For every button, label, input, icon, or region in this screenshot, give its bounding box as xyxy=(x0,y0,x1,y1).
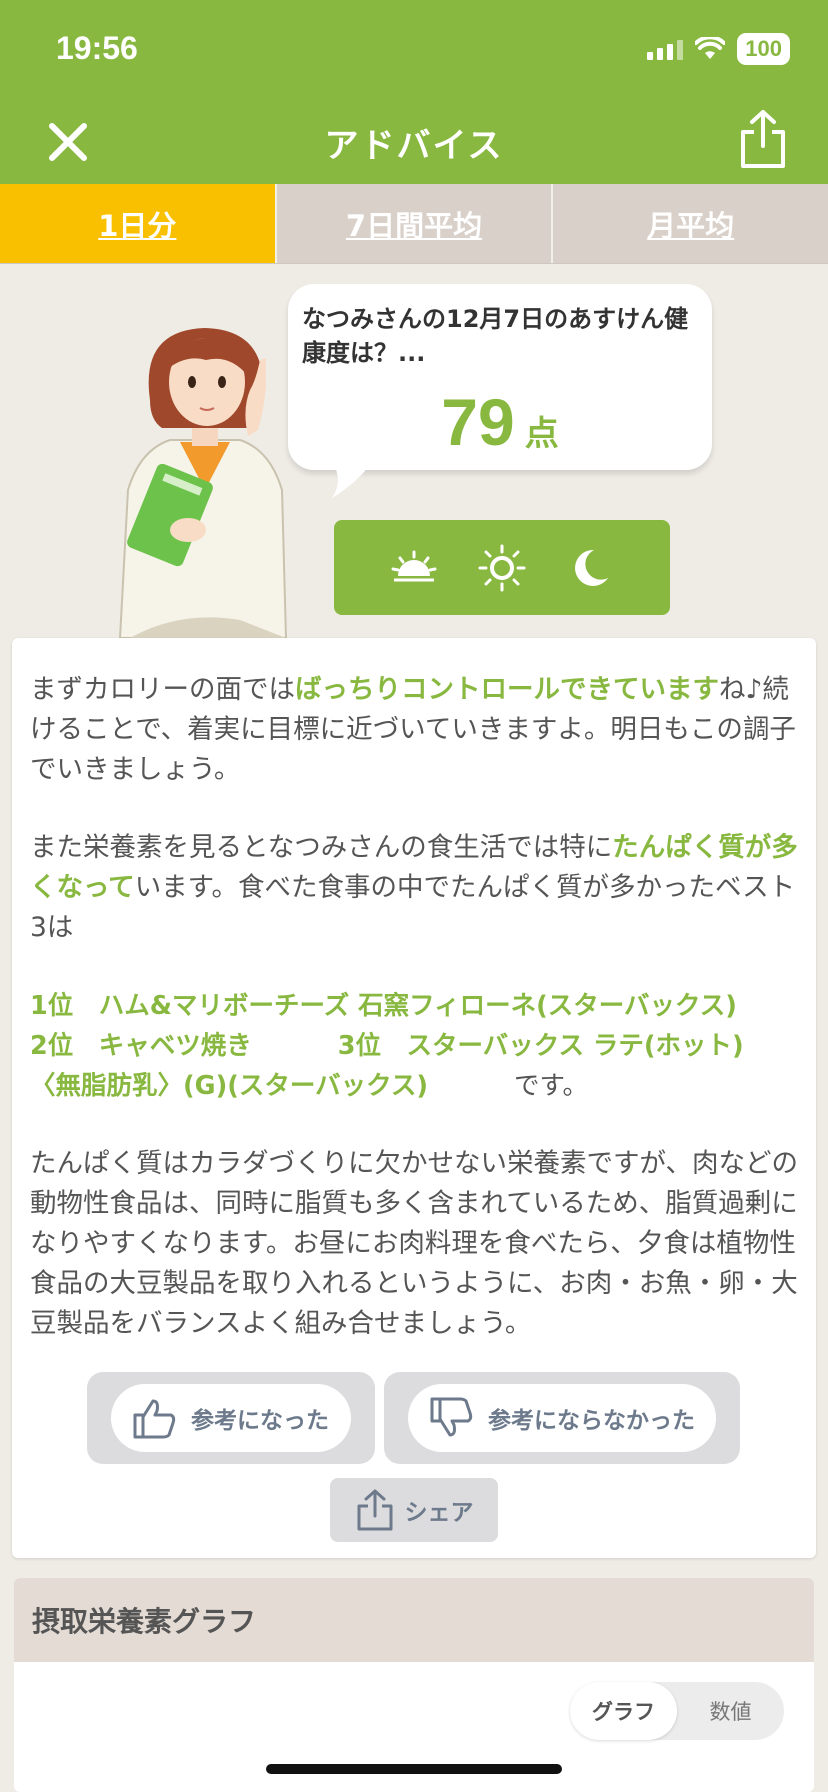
page-title: アドバイス xyxy=(324,126,504,166)
nutrient-graph-section: 摂取栄養素グラフ グラフ 数値 xyxy=(14,1578,814,1792)
period-tabs: 1日分 7日間平均 月平均 xyxy=(0,184,828,264)
ranking-line-3: 〈無脂肪乳〉(G)(スターバックス) です。 xyxy=(30,1066,805,1106)
advice-text: また栄養素を見るとなつみさんの食生活では特に xyxy=(30,832,613,863)
status-icons: 100 xyxy=(647,32,790,66)
meal-time-selector xyxy=(334,520,670,615)
battery-indicator: 100 xyxy=(737,33,790,65)
advisor-character-illustration xyxy=(118,328,288,638)
home-indicator xyxy=(266,1764,562,1774)
score-speech-bubble: なつみさんの12月7日のあすけん健康度は？... 79 点 xyxy=(288,284,712,498)
toggle-graph[interactable]: グラフ xyxy=(570,1682,677,1740)
not-helpful-button[interactable]: 参考にならなかった xyxy=(384,1372,740,1464)
share-label: シェア xyxy=(404,1500,474,1526)
advice-paragraph-nutrient: また栄養素を見るとなつみさんの食生活では特にたんぱく質が多くなっています。食べた… xyxy=(30,828,800,948)
not-helpful-label: 参考にならなかった xyxy=(488,1408,695,1434)
app-header: 19:56 100 アドバイス xyxy=(0,0,828,184)
thumbs-down-icon xyxy=(430,1397,473,1437)
rank-2: 2位 キャベツ焼き xyxy=(30,1031,252,1061)
share-button[interactable]: シェア xyxy=(330,1478,498,1542)
sun-icon[interactable] xyxy=(478,544,526,592)
status-time: 19:56 xyxy=(56,30,138,66)
tab-monthly-average[interactable]: 月平均 xyxy=(551,184,828,263)
graph-section-title: 摂取栄養素グラフ xyxy=(14,1578,814,1662)
health-score: 79 点 xyxy=(288,384,712,460)
advice-paragraph-protein: たんぱく質はカラダづくりに欠かせない栄養素ですが、肉などの動物性食品は、同時に脂… xyxy=(30,1148,798,1339)
score-value: 79 xyxy=(441,385,515,459)
signal-icon xyxy=(647,38,684,60)
helpful-label: 参考になった xyxy=(191,1408,329,1434)
moon-icon[interactable] xyxy=(566,544,614,592)
tab-1day[interactable]: 1日分 xyxy=(0,184,275,263)
ranking-end-text: です。 xyxy=(514,1071,588,1101)
bubble-message: なつみさんの12月7日のあすけん健康度は？... xyxy=(302,305,689,367)
rank-3: 3位 スターバックス ラテ(ホット) xyxy=(337,1031,744,1061)
share-icon[interactable] xyxy=(738,108,788,170)
toggle-value[interactable]: 数値 xyxy=(677,1682,784,1740)
graph-view-toggle: グラフ 数値 xyxy=(570,1682,784,1740)
ranking-line-1: 1位 ハム&マリボーチーズ 石窯フィローネ(スターバックス) xyxy=(30,991,737,1021)
share-icon xyxy=(357,1489,392,1531)
score-unit: 点 xyxy=(524,414,559,454)
advice-paragraph-calorie: まずカロリーの面ではばっちりコントロールできていますね♪続けることで、着実に目標… xyxy=(30,670,800,790)
advice-card: まずカロリーの面ではばっちりコントロールできていますね♪続けることで、着実に目標… xyxy=(12,638,816,1558)
ranking-line-2: 2位 キャベツ焼き 3位 スターバックス ラテ(ホット) xyxy=(30,1026,805,1066)
sunrise-icon[interactable] xyxy=(390,544,438,592)
helpful-button[interactable]: 参考になった xyxy=(87,1372,375,1464)
thumbs-up-icon xyxy=(133,1399,176,1439)
bubble-tail xyxy=(332,462,372,498)
tab-7day-average[interactable]: 7日間平均 xyxy=(274,184,552,263)
advice-text: います。食べた食事の中でたんぱく質が多かったベスト3は xyxy=(30,872,796,943)
advice-highlight: ばっちりコントロールできています xyxy=(295,674,719,705)
advice-text: まずカロリーの面では xyxy=(30,674,295,705)
rank-3-detail: 〈無脂肪乳〉(G)(スターバックス) xyxy=(30,1071,429,1101)
wifi-icon xyxy=(695,37,726,59)
